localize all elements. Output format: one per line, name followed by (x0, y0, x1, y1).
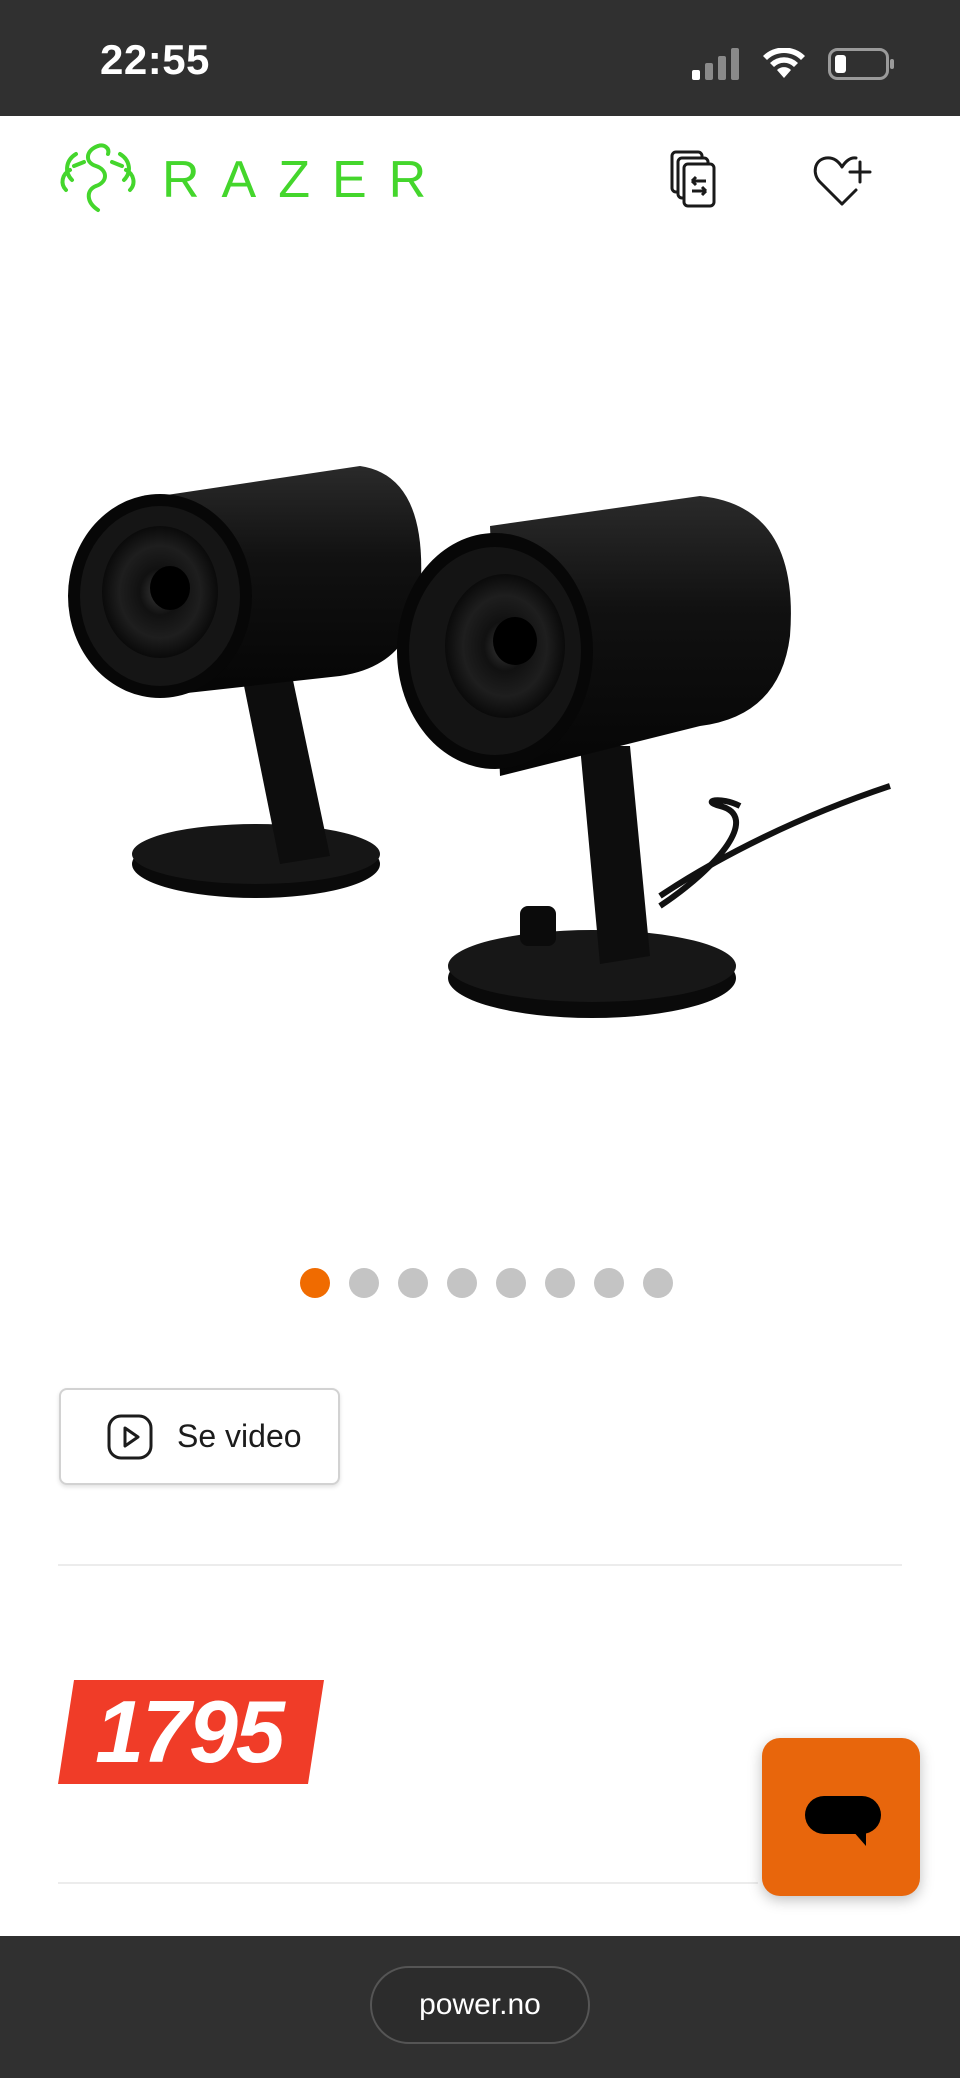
url-bar[interactable]: power.no (370, 1966, 590, 2044)
carousel-dot[interactable] (495, 1268, 526, 1298)
wishlist-add-icon[interactable] (810, 148, 874, 212)
brand-logo[interactable]: RAZER (56, 140, 448, 220)
cellular-signal-icon (692, 48, 739, 80)
wifi-icon (763, 48, 805, 78)
carousel-dot[interactable] (642, 1268, 673, 1298)
divider (58, 1564, 902, 1566)
product-image[interactable] (0, 256, 960, 1216)
see-video-label: Se video (177, 1418, 302, 1454)
compare-icon[interactable] (664, 148, 728, 212)
status-bar: 22:55 (0, 0, 960, 116)
carousel-dot[interactable] (299, 1268, 330, 1298)
chat-button[interactable] (762, 1738, 920, 1896)
carousel-dot[interactable] (544, 1268, 575, 1298)
brand-wordmark: RAZER (162, 151, 449, 209)
play-icon (107, 1414, 153, 1459)
chat-bubble-icon (805, 1796, 881, 1846)
divider (58, 1882, 758, 1884)
battery-icon (828, 48, 894, 80)
carousel-dot[interactable] (446, 1268, 477, 1298)
see-video-button[interactable]: Se video (59, 1388, 340, 1485)
carousel-dot[interactable] (397, 1268, 428, 1298)
carousel-dots (0, 1268, 960, 1298)
razer-snake-icon (60, 143, 136, 212)
carousel-dot[interactable] (593, 1268, 624, 1298)
price-value: 1795 (95, 1682, 285, 1781)
carousel-dot[interactable] (348, 1268, 379, 1298)
status-icons (692, 44, 894, 84)
status-time: 22:55 (100, 36, 210, 83)
